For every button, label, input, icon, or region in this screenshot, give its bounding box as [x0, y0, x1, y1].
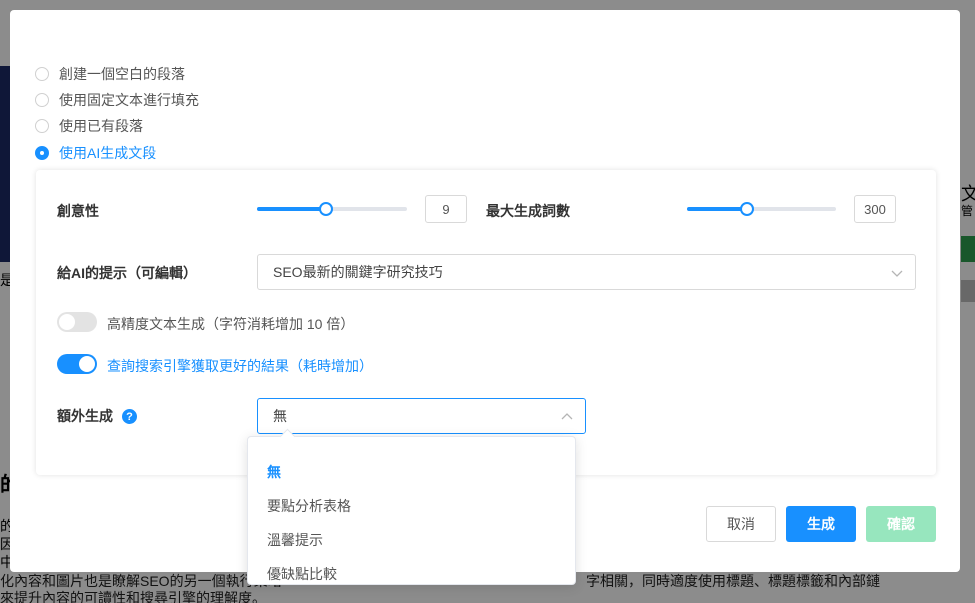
radio-button[interactable] — [35, 67, 49, 81]
prompt-value: SEO最新的關鍵字研究技巧 — [273, 264, 443, 280]
ai-settings-panel: 創意性 9 最大生成詞數 300 給AI的提示（可編輯） SEO最新的關鍵字研究… — [36, 170, 936, 475]
slider-fill — [257, 207, 326, 211]
max-words-slider[interactable] — [687, 202, 836, 216]
dropdown-option-pros-cons[interactable]: 優缺點比較 — [267, 564, 337, 584]
dropdown-option-tips[interactable]: 溫馨提示 — [267, 530, 323, 550]
chevron-down-icon — [891, 267, 903, 279]
radio-option-fixed-text[interactable]: 使用固定文本進行填充 — [35, 90, 199, 110]
dropdown-option-table[interactable]: 要點分析表格 — [267, 496, 351, 516]
toggle-knob — [79, 356, 95, 372]
slider-handle[interactable] — [739, 202, 754, 216]
radio-button-checked[interactable] — [35, 146, 49, 160]
radio-option-existing[interactable]: 使用已有段落 — [35, 116, 143, 136]
toggle-knob — [59, 314, 75, 330]
max-words-value-input[interactable]: 300 — [854, 195, 896, 223]
high-precision-label: 高精度文本生成（字符消耗增加 10 倍） — [107, 316, 355, 332]
radio-option-ai[interactable]: 使用AI生成文段 — [35, 143, 156, 163]
dropdown-option-none[interactable]: 無 — [267, 462, 281, 482]
generate-button[interactable]: 生成 — [786, 506, 856, 542]
search-engine-toggle[interactable] — [57, 354, 97, 374]
radio-label: 創建一個空白的段落 — [59, 66, 185, 82]
search-engine-label: 查詢搜索引擎獲取更好的結果（耗時增加） — [107, 358, 373, 374]
creativity-slider[interactable] — [257, 202, 407, 216]
extra-generation-label: 額外生成 — [57, 408, 113, 424]
prompt-select[interactable]: SEO最新的關鍵字研究技巧 — [257, 254, 916, 290]
creativity-value-input[interactable]: 9 — [425, 195, 467, 223]
help-icon[interactable]: ? — [122, 409, 137, 424]
extra-generation-value: 無 — [273, 408, 287, 424]
radio-label: 使用固定文本進行填充 — [59, 92, 199, 108]
creativity-label: 創意性 — [57, 203, 99, 219]
extra-generation-select[interactable]: 無 — [257, 398, 586, 434]
radio-label: 使用已有段落 — [59, 118, 143, 134]
slider-fill — [687, 207, 747, 211]
chevron-up-icon — [561, 411, 573, 423]
high-precision-toggle[interactable] — [57, 312, 97, 332]
radio-label: 使用AI生成文段 — [59, 145, 157, 161]
cancel-button[interactable]: 取消 — [706, 506, 776, 542]
radio-button[interactable] — [35, 119, 49, 133]
prompt-label: 給AI的提示（可編輯） — [57, 265, 197, 281]
slider-handle[interactable] — [319, 202, 333, 216]
extra-generation-dropdown: 無 要點分析表格 溫馨提示 優缺點比較 — [247, 436, 576, 585]
confirm-button[interactable]: 確認 — [866, 506, 936, 542]
max-words-label: 最大生成詞數 — [486, 203, 570, 219]
radio-option-blank[interactable]: 創建一個空白的段落 — [35, 64, 185, 84]
radio-button[interactable] — [35, 93, 49, 107]
